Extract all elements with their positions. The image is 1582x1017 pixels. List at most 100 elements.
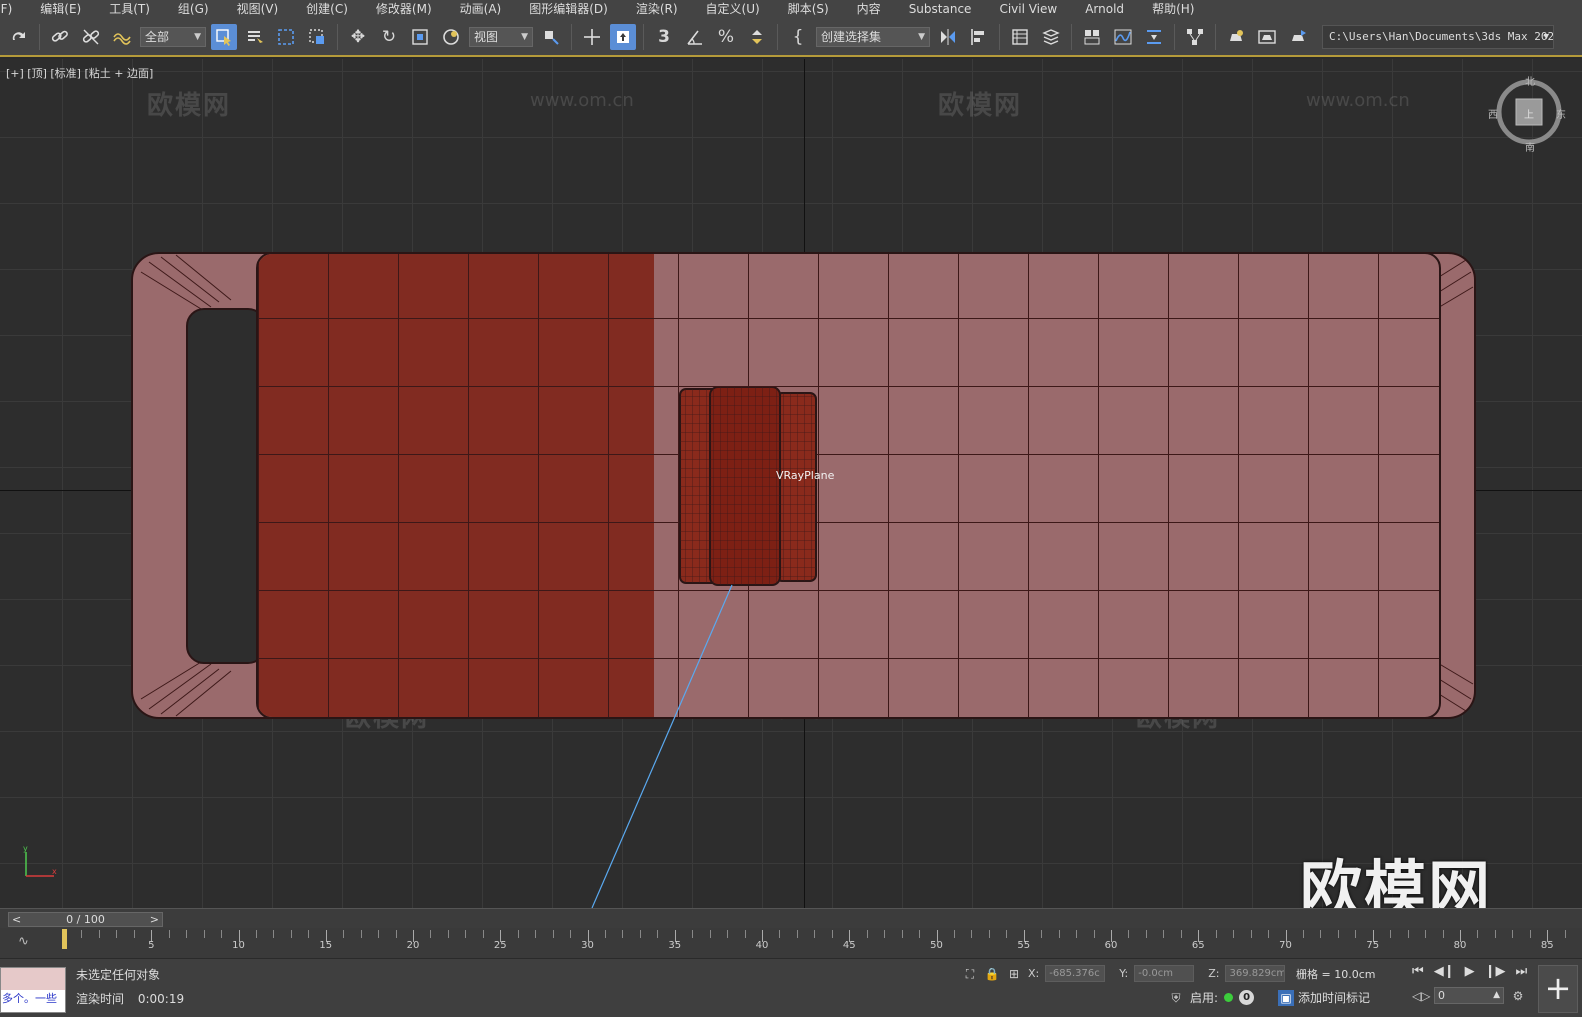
bind-space-warp-icon[interactable] bbox=[109, 24, 135, 50]
viewcube-top-face[interactable]: 上 bbox=[1524, 106, 1534, 121]
add-time-tag[interactable]: ▣ 添加时间标记 bbox=[1278, 989, 1370, 1006]
mini-curve-editor-icon[interactable]: ∿ bbox=[18, 934, 29, 949]
unlink-icon[interactable] bbox=[78, 24, 104, 50]
percent-snap-icon[interactable]: % bbox=[713, 24, 739, 50]
menu-item-8[interactable]: 图形编辑器(D) bbox=[515, 0, 622, 19]
mattress-mesh[interactable] bbox=[256, 252, 1441, 719]
x-coordinate-field[interactable]: -685.376c bbox=[1045, 965, 1106, 982]
menu-item-9[interactable]: 渲染(R) bbox=[622, 0, 692, 19]
scene-explorer-icon[interactable] bbox=[1007, 24, 1033, 50]
rendered-frame-window-icon[interactable] bbox=[1254, 24, 1280, 50]
menu-item-6[interactable]: 修改器(M) bbox=[362, 0, 446, 19]
named-selection-dropdown[interactable]: 创建选择集 ▼ bbox=[816, 27, 930, 47]
frame-tick bbox=[1494, 930, 1496, 938]
render-production-icon[interactable] bbox=[1285, 24, 1311, 50]
rotate-icon[interactable]: ↻ bbox=[376, 24, 402, 50]
mirror-icon[interactable] bbox=[935, 24, 961, 50]
listener-input-area[interactable] bbox=[1, 968, 65, 990]
layer-explorer-icon[interactable] bbox=[1038, 24, 1064, 50]
selection-filter-dropdown[interactable]: 全部 ▼ bbox=[140, 27, 206, 47]
menu-item-7[interactable]: 动画(A) bbox=[446, 0, 516, 19]
selection-lock-icon[interactable]: 🔒 bbox=[984, 966, 1000, 982]
dope-sheet-icon[interactable] bbox=[1141, 24, 1167, 50]
align-icon[interactable] bbox=[966, 24, 992, 50]
frame-tick bbox=[1442, 930, 1444, 938]
menu-item-14[interactable]: Civil View bbox=[985, 0, 1071, 19]
time-cursor[interactable] bbox=[62, 929, 67, 949]
menu-item-11[interactable]: 脚本(S) bbox=[774, 0, 843, 19]
vray-plane-label[interactable]: VRayPlane bbox=[776, 469, 834, 482]
add-time-tag-label[interactable]: 添加时间标记 bbox=[1298, 989, 1370, 1006]
time-prev-button[interactable]: < bbox=[12, 913, 21, 926]
menu-item-5[interactable]: 创建(C) bbox=[292, 0, 362, 19]
viewport-label[interactable]: [+] [顶] [标准] [粘土 + 边面] bbox=[6, 65, 153, 81]
select-and-link-icon[interactable] bbox=[579, 24, 605, 50]
frame-tick bbox=[308, 930, 310, 938]
time-configuration-icon[interactable]: ⚙ bbox=[1510, 988, 1526, 1004]
add-viewport-button[interactable]: + bbox=[1538, 965, 1578, 1013]
menu-item-13[interactable]: Substance bbox=[895, 0, 986, 19]
viewcube-west[interactable]: 西 bbox=[1488, 106, 1498, 121]
viewcube-east[interactable]: 东 bbox=[1556, 106, 1566, 121]
frame-counter: 0 / 100 bbox=[66, 913, 105, 926]
go-to-start-icon[interactable]: ⏮ bbox=[1412, 964, 1424, 979]
current-frame-field[interactable]: 0 ▲ bbox=[1434, 987, 1504, 1004]
viewcube[interactable]: 北 南 东 西 上 bbox=[1488, 77, 1566, 154]
rect-selection-region-icon[interactable] bbox=[273, 24, 299, 50]
menu-item-3[interactable]: 组(G) bbox=[164, 0, 223, 19]
menu-item-0[interactable]: (F) bbox=[0, 0, 26, 19]
curve-editor-icon[interactable] bbox=[1110, 24, 1136, 50]
track-bar[interactable]: ∿ 5 10 15 20 25 30 35 40 45 50 55 60 65 70 75 80 85 bbox=[0, 928, 1582, 958]
enable-count-badge[interactable]: 0 bbox=[1239, 990, 1255, 1005]
edit-named-selection-icon[interactable]: { bbox=[785, 24, 811, 50]
project-folder-path[interactable]: C:\Users\Han\Documents\3ds Max 2022 ▼ bbox=[1322, 25, 1554, 49]
isolate-selection-icon[interactable]: ⛶ bbox=[962, 966, 978, 982]
angle-snap-icon[interactable] bbox=[682, 24, 708, 50]
link-icon[interactable] bbox=[47, 24, 73, 50]
menu-item-4[interactable]: 视图(V) bbox=[223, 0, 293, 19]
render-time-value: 0:00:19 bbox=[137, 992, 185, 1006]
frame-tick-label: 25 bbox=[493, 940, 507, 951]
previous-frame-icon[interactable]: ◀❙ bbox=[1434, 964, 1455, 979]
keyboard-shortcut-override-icon[interactable] bbox=[610, 24, 636, 50]
render-setup-icon[interactable] bbox=[1223, 24, 1249, 50]
move-icon[interactable]: ✥ bbox=[345, 24, 371, 50]
menu-item-16[interactable]: 帮助(H) bbox=[1138, 0, 1208, 19]
menu-item-12[interactable]: 内容 bbox=[843, 0, 895, 19]
frame-tick-label: 80 bbox=[1453, 940, 1467, 951]
y-coordinate-field[interactable]: -0.0cm bbox=[1134, 965, 1195, 982]
spinner-snap-icon[interactable] bbox=[744, 24, 770, 50]
next-frame-icon[interactable]: ❙▶ bbox=[1485, 964, 1506, 979]
menu-item-1[interactable]: 编辑(E) bbox=[26, 0, 95, 19]
absolute-mode-icon[interactable]: ⊞ bbox=[1006, 966, 1022, 982]
adaptive-degradation-icon[interactable]: ⛨ bbox=[1168, 990, 1184, 1006]
menu-item-10[interactable]: 自定义(U) bbox=[692, 0, 774, 19]
reference-coordinate-dropdown[interactable]: 视图 ▼ bbox=[469, 27, 533, 47]
maxscript-mini-listener[interactable]: 多个。一些 bbox=[0, 967, 66, 1013]
time-next-button[interactable]: > bbox=[150, 913, 159, 926]
select-object-icon[interactable] bbox=[211, 24, 237, 50]
menu-item-2[interactable]: 工具(T) bbox=[95, 0, 164, 19]
scale-icon[interactable] bbox=[407, 24, 433, 50]
viewcube-south[interactable]: 南 bbox=[1525, 139, 1535, 154]
top-viewport[interactable]: [+] [顶] [标准] [粘土 + 边面] 欧模网 www.om.cn 欧模网… bbox=[0, 59, 1582, 908]
window-crossing-icon[interactable] bbox=[304, 24, 330, 50]
go-to-end-icon[interactable]: ⏭ bbox=[1515, 964, 1527, 979]
key-mode-icon[interactable]: ◁▷ bbox=[1412, 988, 1430, 1004]
pillow-mesh[interactable] bbox=[678, 387, 821, 587]
adaptive-degradation-row: ⛨ 启用: 0 bbox=[1168, 989, 1255, 1006]
ribbon-icon[interactable] bbox=[1079, 24, 1105, 50]
select-by-name-icon[interactable] bbox=[242, 24, 268, 50]
time-slider[interactable]: < 0 / 100 > bbox=[0, 908, 1582, 928]
redo-icon[interactable] bbox=[6, 24, 32, 50]
time-tag-icon[interactable]: ▣ bbox=[1278, 989, 1294, 1006]
schematic-view-icon[interactable] bbox=[1182, 24, 1208, 50]
viewcube-north[interactable]: 北 bbox=[1525, 73, 1535, 88]
play-icon[interactable]: ▶ bbox=[1465, 964, 1475, 979]
select-manipulate-icon[interactable] bbox=[438, 24, 464, 50]
pivot-icon[interactable] bbox=[538, 24, 564, 50]
snap-toggle-icon[interactable]: 3 bbox=[651, 24, 677, 50]
z-coordinate-field[interactable]: 369.829cm bbox=[1225, 965, 1286, 982]
menu-item-15[interactable]: Arnold bbox=[1071, 0, 1138, 19]
time-slider-thumb[interactable]: < 0 / 100 > bbox=[8, 912, 163, 927]
